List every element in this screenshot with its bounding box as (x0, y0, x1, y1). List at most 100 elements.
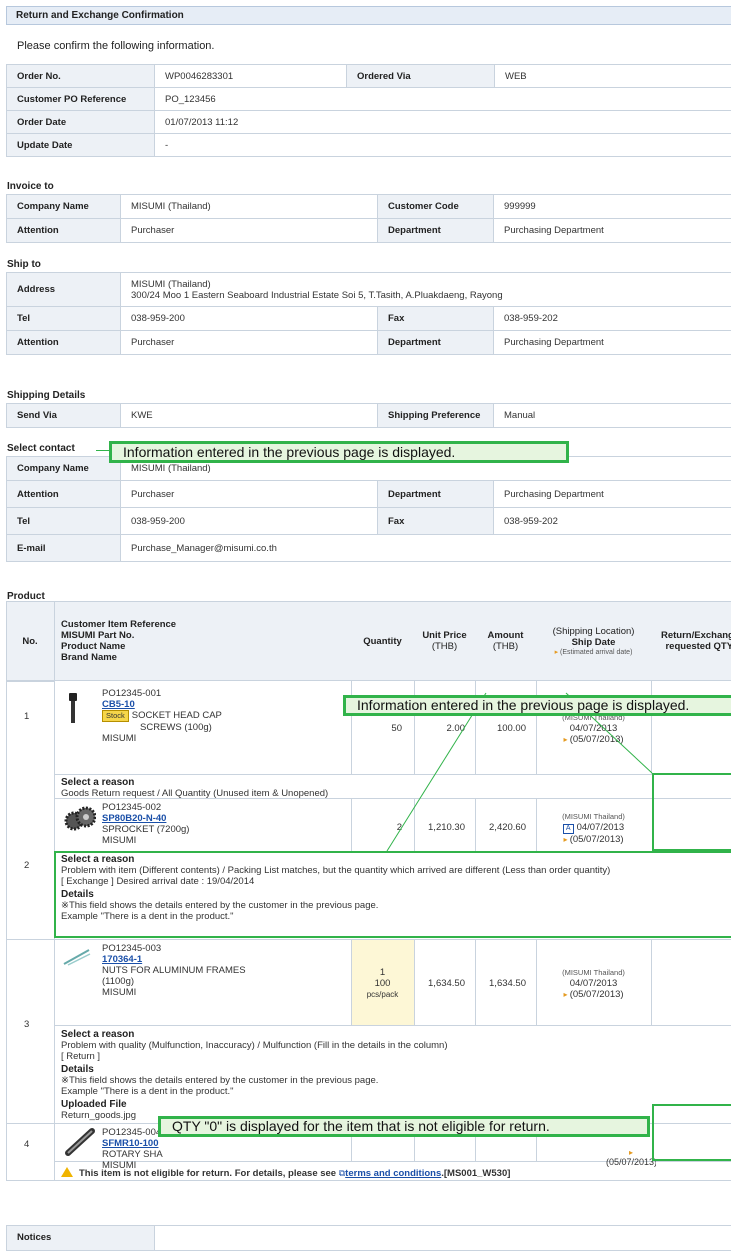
stock-badge: Stock (102, 710, 129, 722)
contact-department-value: Purchasing Department (493, 480, 731, 508)
row2-name1: SPROCKET (7200g) (102, 824, 190, 835)
row4-warning-text: This item is not eligible for return. Fo… (79, 1168, 337, 1179)
shipping-details-table: Send Via KWE Shipping Preference Manual (6, 403, 731, 428)
order-info-table: Order No. WP0046283301 Ordered Via WEB C… (6, 64, 731, 157)
row2-item: PO12345-002 SP80B20-N-40 SPROCKET (7200g… (102, 802, 189, 846)
row1-name1-wrap: Stock SOCKET HEAD CAP (102, 710, 222, 722)
order-no-label: Order No. (6, 64, 155, 88)
rotary-shaft-icon (65, 1128, 95, 1156)
callout-qty-zero: QTY "0" is displayed for the item that i… (158, 1116, 650, 1137)
shipping-preference-label: Shipping Preference (377, 403, 494, 428)
po-label: Customer PO Reference (6, 87, 155, 111)
row2-brand: MISUMI (102, 835, 137, 846)
row3-reason-text: Problem with quality (Mulfunction, Inacc… (61, 1040, 448, 1051)
row3-unit: 1,634.50 (428, 978, 465, 989)
row1-reason-text: Goods Return request / All Quantity (Unu… (61, 788, 329, 799)
row1-brand: MISUMI (102, 733, 137, 744)
col-unit-price-header: Unit Price (THB) (414, 601, 475, 681)
row3-part-link[interactable]: 170364-1 (102, 954, 246, 965)
col-item-header: Customer Item Reference MISUMI Part No. … (54, 601, 351, 681)
amount-label: Amount (487, 630, 524, 641)
contact-email-label: E-mail (6, 534, 121, 562)
callout-previous-page-product: Information entered in the previous page… (343, 695, 731, 716)
row3-upload-label: Uploaded File (61, 1099, 127, 1110)
invoice-department-value: Purchasing Department (493, 218, 731, 243)
contact-email-value: Purchase_Manager@misumi.co.th (120, 534, 731, 562)
callout-connector-line (96, 450, 109, 451)
intro-text: Please confirm the following information… (17, 40, 215, 52)
update-date-label: Update Date (6, 133, 155, 157)
update-date-value: - (154, 133, 731, 157)
address-label: Address (6, 272, 121, 307)
row3-details2: Example "There is a dent in the product.… (61, 1086, 234, 1097)
contact-company-label: Company Name (6, 456, 121, 481)
ship-tel-label: Tel (6, 306, 121, 331)
notices-row: Notices (6, 1225, 731, 1251)
invoice-attention-label: Attention (6, 218, 121, 243)
row4-warning: This item is not eligible for return. Fo… (61, 1166, 510, 1179)
contact-fax-value: 038-959-202 (493, 507, 731, 535)
ship-fax-value: 038-959-202 (493, 306, 731, 331)
address-value: MISUMI (Thailand) 300/24 Moo 1 Eastern S… (120, 272, 731, 307)
col-return-qty-header: Return/Exchangerequested QTY. (651, 601, 731, 681)
col-no-header: No. (22, 635, 38, 647)
ship-to-section-title: Ship to (7, 259, 41, 270)
row1-ref: PO12345-001 (102, 688, 162, 699)
ship-department-label: Department (377, 330, 494, 355)
notices-label: Notices (7, 1226, 155, 1250)
row4-est-partial: (05/07/2013) (606, 1147, 656, 1167)
terms-link[interactable]: terms and conditions (345, 1168, 441, 1179)
row1-reason-label: Select a reason (61, 777, 135, 788)
ordered-via-value: WEB (494, 64, 731, 88)
row3-no: 3 (24, 1019, 30, 1030)
row3-est: (05/07/2013) (536, 989, 651, 1000)
invoice-table: Company Name MISUMI (Thailand) Customer … (6, 194, 731, 243)
order-no-value: WP0046283301 (154, 64, 347, 88)
ordered-via-label: Ordered Via (346, 64, 495, 88)
shipping-details-title: Shipping Details (7, 390, 86, 401)
details-highlight-box (54, 851, 731, 938)
row3-brand: MISUMI (102, 987, 137, 998)
row3-reason-label: Select a reason (61, 1029, 135, 1040)
shipping-preference-value: Manual (493, 403, 731, 428)
row1-name2: SCREWS (100g) (140, 722, 212, 733)
row3-qty3: pcs/pack (366, 990, 399, 999)
row4-part-link[interactable]: SFMR10-100 (102, 1138, 163, 1149)
po-value: PO_123456 (154, 87, 731, 111)
ship-fax-label: Fax (377, 306, 494, 331)
callout-previous-page-contact: Information entered in the previous page… (109, 441, 569, 463)
invoice-company-label: Company Name (6, 194, 121, 219)
send-via-value: KWE (120, 403, 378, 428)
row1-name1: SOCKET HEAD CAP (131, 710, 222, 721)
order-date-value: 01/07/2013 11:12 (154, 110, 731, 134)
unit-price-label: Unit Price (422, 630, 467, 641)
row1-item: PO12345-001 CB5-10 Stock SOCKET HEAD CAP … (102, 688, 222, 744)
col-brand-header: Brand Name (61, 652, 117, 663)
ship-est-header: ▸ (Estimated arrival date) (554, 649, 633, 656)
col-product-name-header: Product Name (61, 641, 126, 652)
invoice-department-label: Department (377, 218, 494, 243)
page-title: Return and Exchange Confirmation (6, 6, 731, 25)
contact-department-label: Department (377, 480, 494, 508)
contact-tel-label: Tel (6, 507, 121, 535)
grid-line (6, 601, 7, 1181)
order-date-label: Order Date (6, 110, 155, 134)
row3-loc: (MISUMI Thailand) (562, 968, 625, 977)
invoice-section-title: Invoice to (7, 181, 54, 192)
row3-name1: NUTS FOR ALUMINUM FRAMES (102, 965, 246, 976)
contact-attention-value: Purchaser (120, 480, 378, 508)
row4-warning-code: .[MS001_W530] (441, 1168, 511, 1179)
ship-department-value: Purchasing Department (493, 330, 731, 355)
row2-part-link[interactable]: SP80B20-N-40 (102, 813, 189, 824)
callout-connector-lines (386, 692, 653, 852)
row1-part-link[interactable]: CB5-10 (102, 699, 222, 710)
col-quantity-header: Quantity (363, 635, 402, 647)
contact-tel-value: 038-959-200 (120, 507, 378, 535)
row4-qty-highlight-box (652, 1104, 731, 1161)
address-line1: MISUMI (Thailand) (131, 278, 211, 290)
return-qty-label2: requested QTY. (665, 641, 731, 652)
row3-details-label: Details (61, 1064, 94, 1075)
ship-date-header: Ship Date (571, 637, 616, 648)
col-item-ref-header: Customer Item Reference (61, 619, 177, 630)
col-ship-header: (Shipping Location) Ship Date ▸ (Estimat… (536, 601, 651, 681)
